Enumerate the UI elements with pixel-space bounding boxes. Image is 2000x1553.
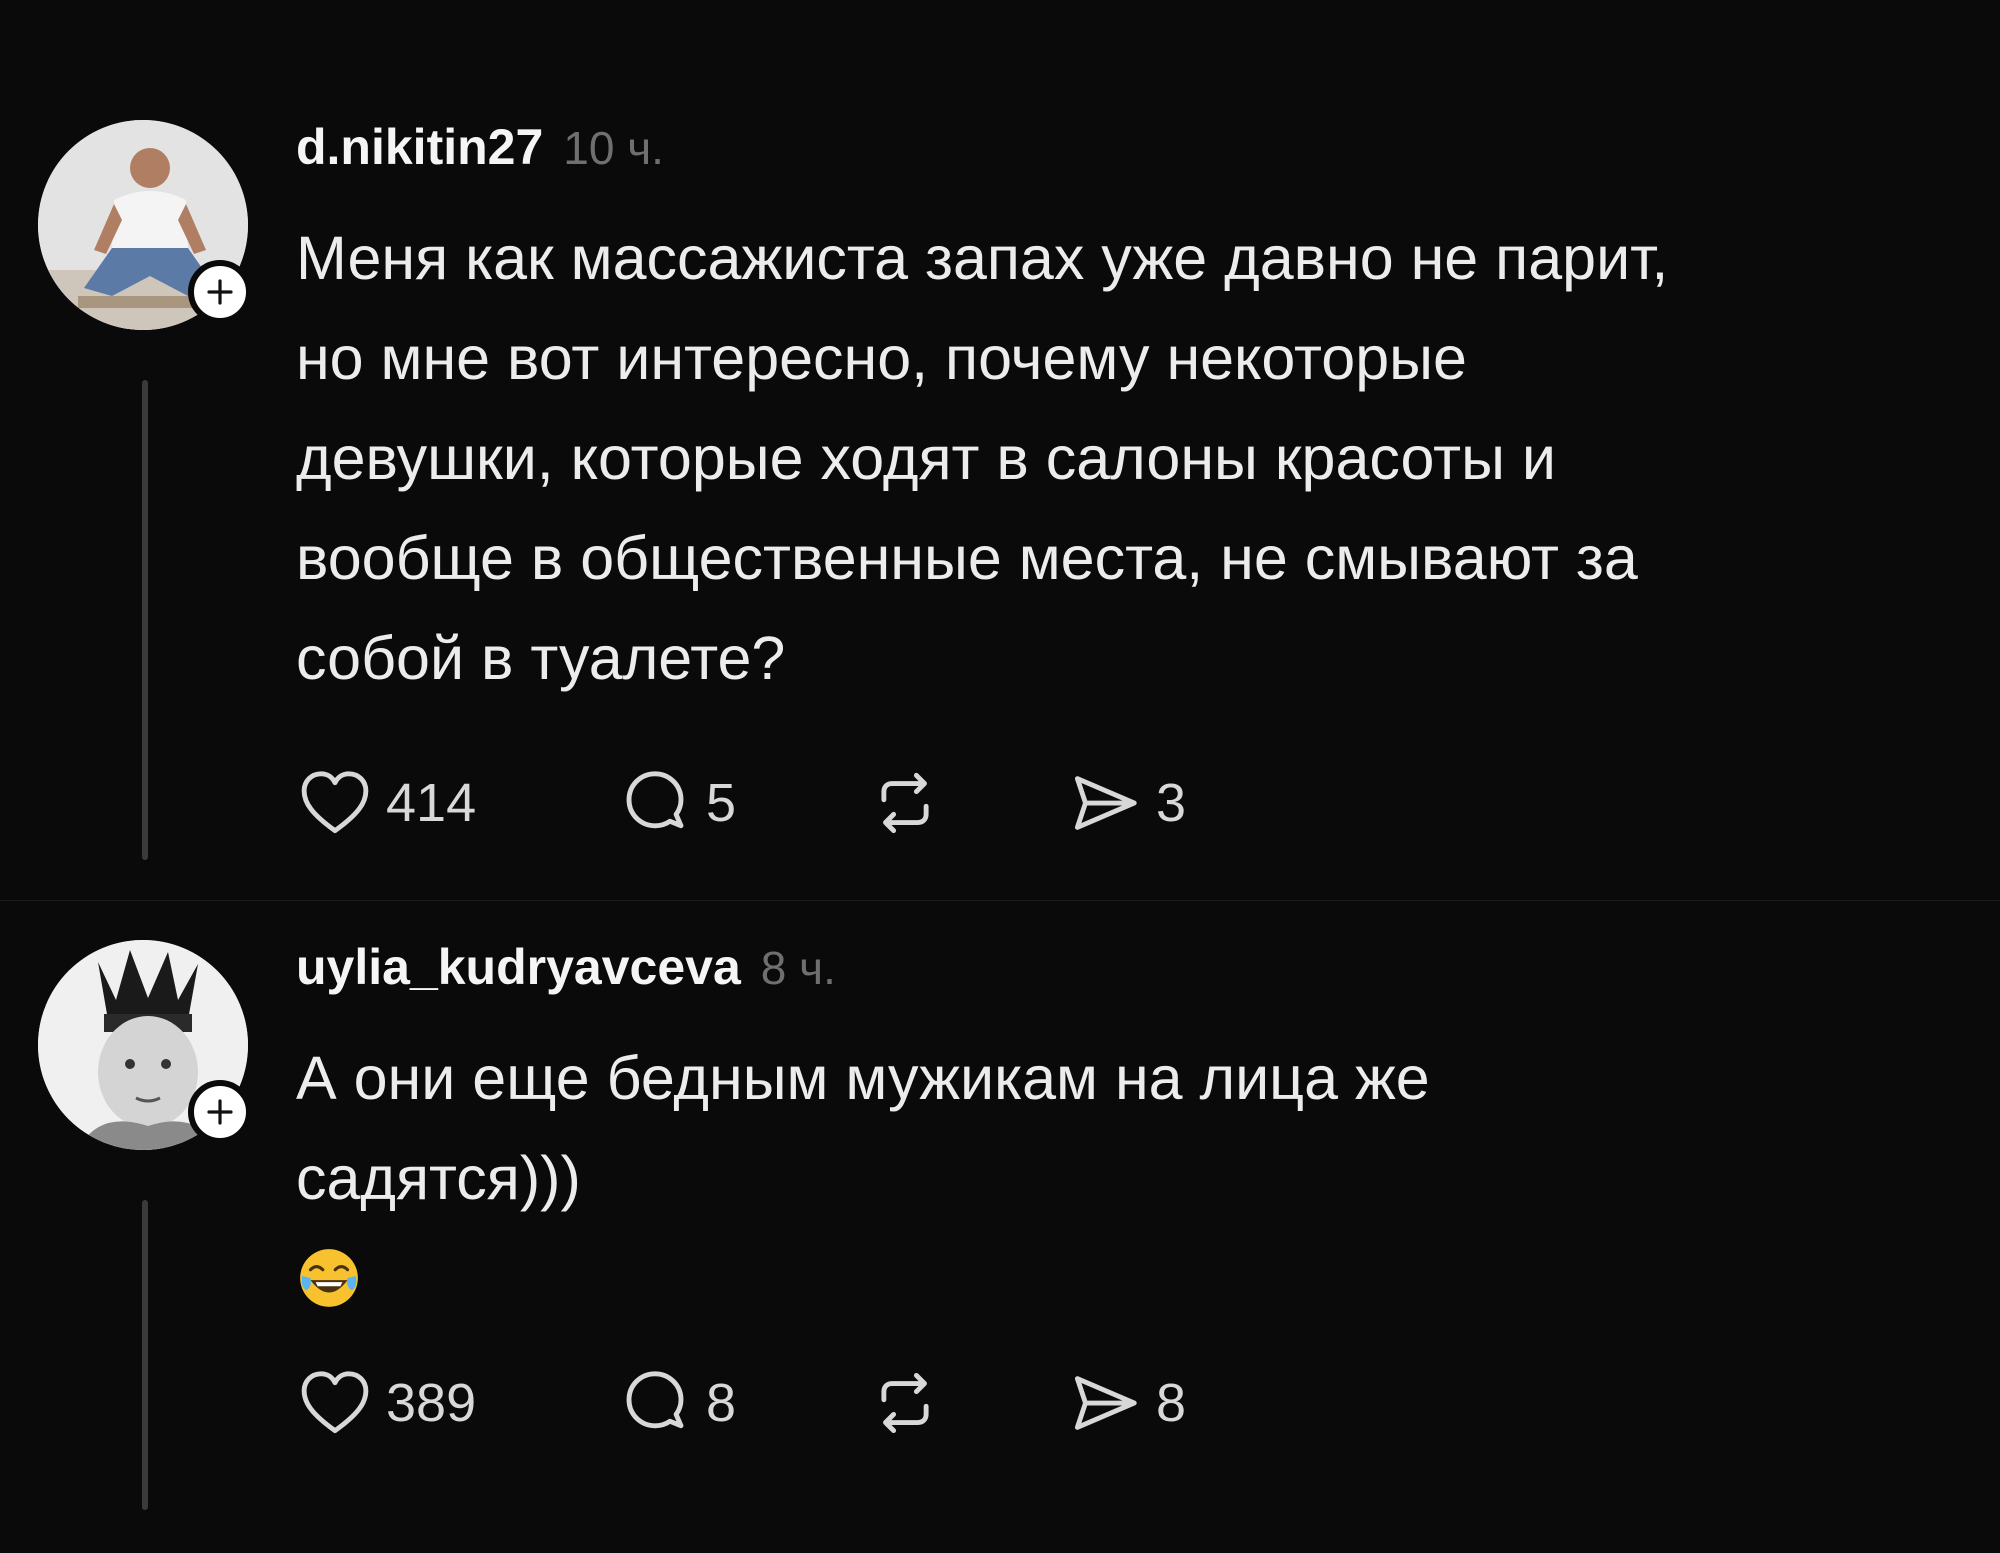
action-bar: 414 5 3	[296, 758, 1960, 848]
follow-plus-button[interactable]	[188, 1080, 252, 1144]
share-count: 3	[1156, 773, 1187, 833]
post-text: А они еще бедным мужикам на лица же садя…	[296, 1044, 1430, 1212]
emoji-line	[296, 1228, 1960, 1328]
post-time: 10 ч.	[563, 122, 664, 174]
thread-line	[142, 380, 148, 860]
like-count: 414	[386, 773, 477, 833]
post-meta: d.nikitin27 10 ч.	[296, 118, 1960, 198]
like-button[interactable]: 389	[296, 1364, 616, 1442]
comment-button[interactable]: 8	[616, 1364, 866, 1442]
post-content: uylia_kudryavceva 8 ч. А они еще бедным …	[296, 938, 1960, 1448]
post-content: d.nikitin27 10 ч. Меня как массажиста за…	[296, 118, 1960, 848]
avatar-container	[38, 120, 252, 330]
repost-button[interactable]	[866, 1364, 1066, 1442]
comment-post: d.nikitin27 10 ч. Меня как массажиста за…	[0, 0, 2000, 900]
heart-icon	[301, 771, 369, 834]
post-meta: uylia_kudryavceva 8 ч.	[296, 938, 1960, 1018]
post-time: 8 ч.	[760, 942, 836, 994]
post-text: Меня как массажиста запах уже давно не п…	[296, 224, 1669, 692]
username[interactable]: uylia_kudryavceva	[296, 938, 741, 996]
share-button[interactable]: 8	[1066, 1364, 1266, 1442]
share-count: 8	[1156, 1373, 1187, 1433]
like-count: 389	[386, 1373, 477, 1433]
plus-icon	[207, 279, 233, 305]
plus-icon	[207, 1099, 233, 1125]
avatar-container	[38, 940, 252, 1150]
comment-bubble-icon	[626, 771, 684, 829]
username[interactable]: d.nikitin27	[296, 118, 543, 176]
repost-icon	[881, 1372, 929, 1434]
repost-icon	[881, 772, 929, 834]
divider	[0, 900, 2000, 901]
comment-bubble-icon	[626, 1371, 684, 1429]
action-bar: 389 8 8	[296, 1358, 1960, 1448]
like-button[interactable]: 414	[296, 764, 616, 842]
comment-post: uylia_kudryavceva 8 ч. А они еще бедным …	[0, 900, 2000, 1553]
comment-button[interactable]: 5	[616, 764, 866, 842]
comment-count: 8	[706, 1373, 737, 1433]
send-icon	[1074, 1376, 1137, 1430]
repost-button[interactable]	[866, 764, 1066, 842]
follow-plus-button[interactable]	[188, 260, 252, 324]
face-with-tears-of-joy-icon	[300, 1249, 358, 1307]
heart-icon	[301, 1371, 369, 1434]
share-button[interactable]: 3	[1066, 764, 1266, 842]
comment-count: 5	[706, 773, 737, 833]
send-icon	[1074, 776, 1137, 830]
thread-line	[142, 1200, 148, 1510]
